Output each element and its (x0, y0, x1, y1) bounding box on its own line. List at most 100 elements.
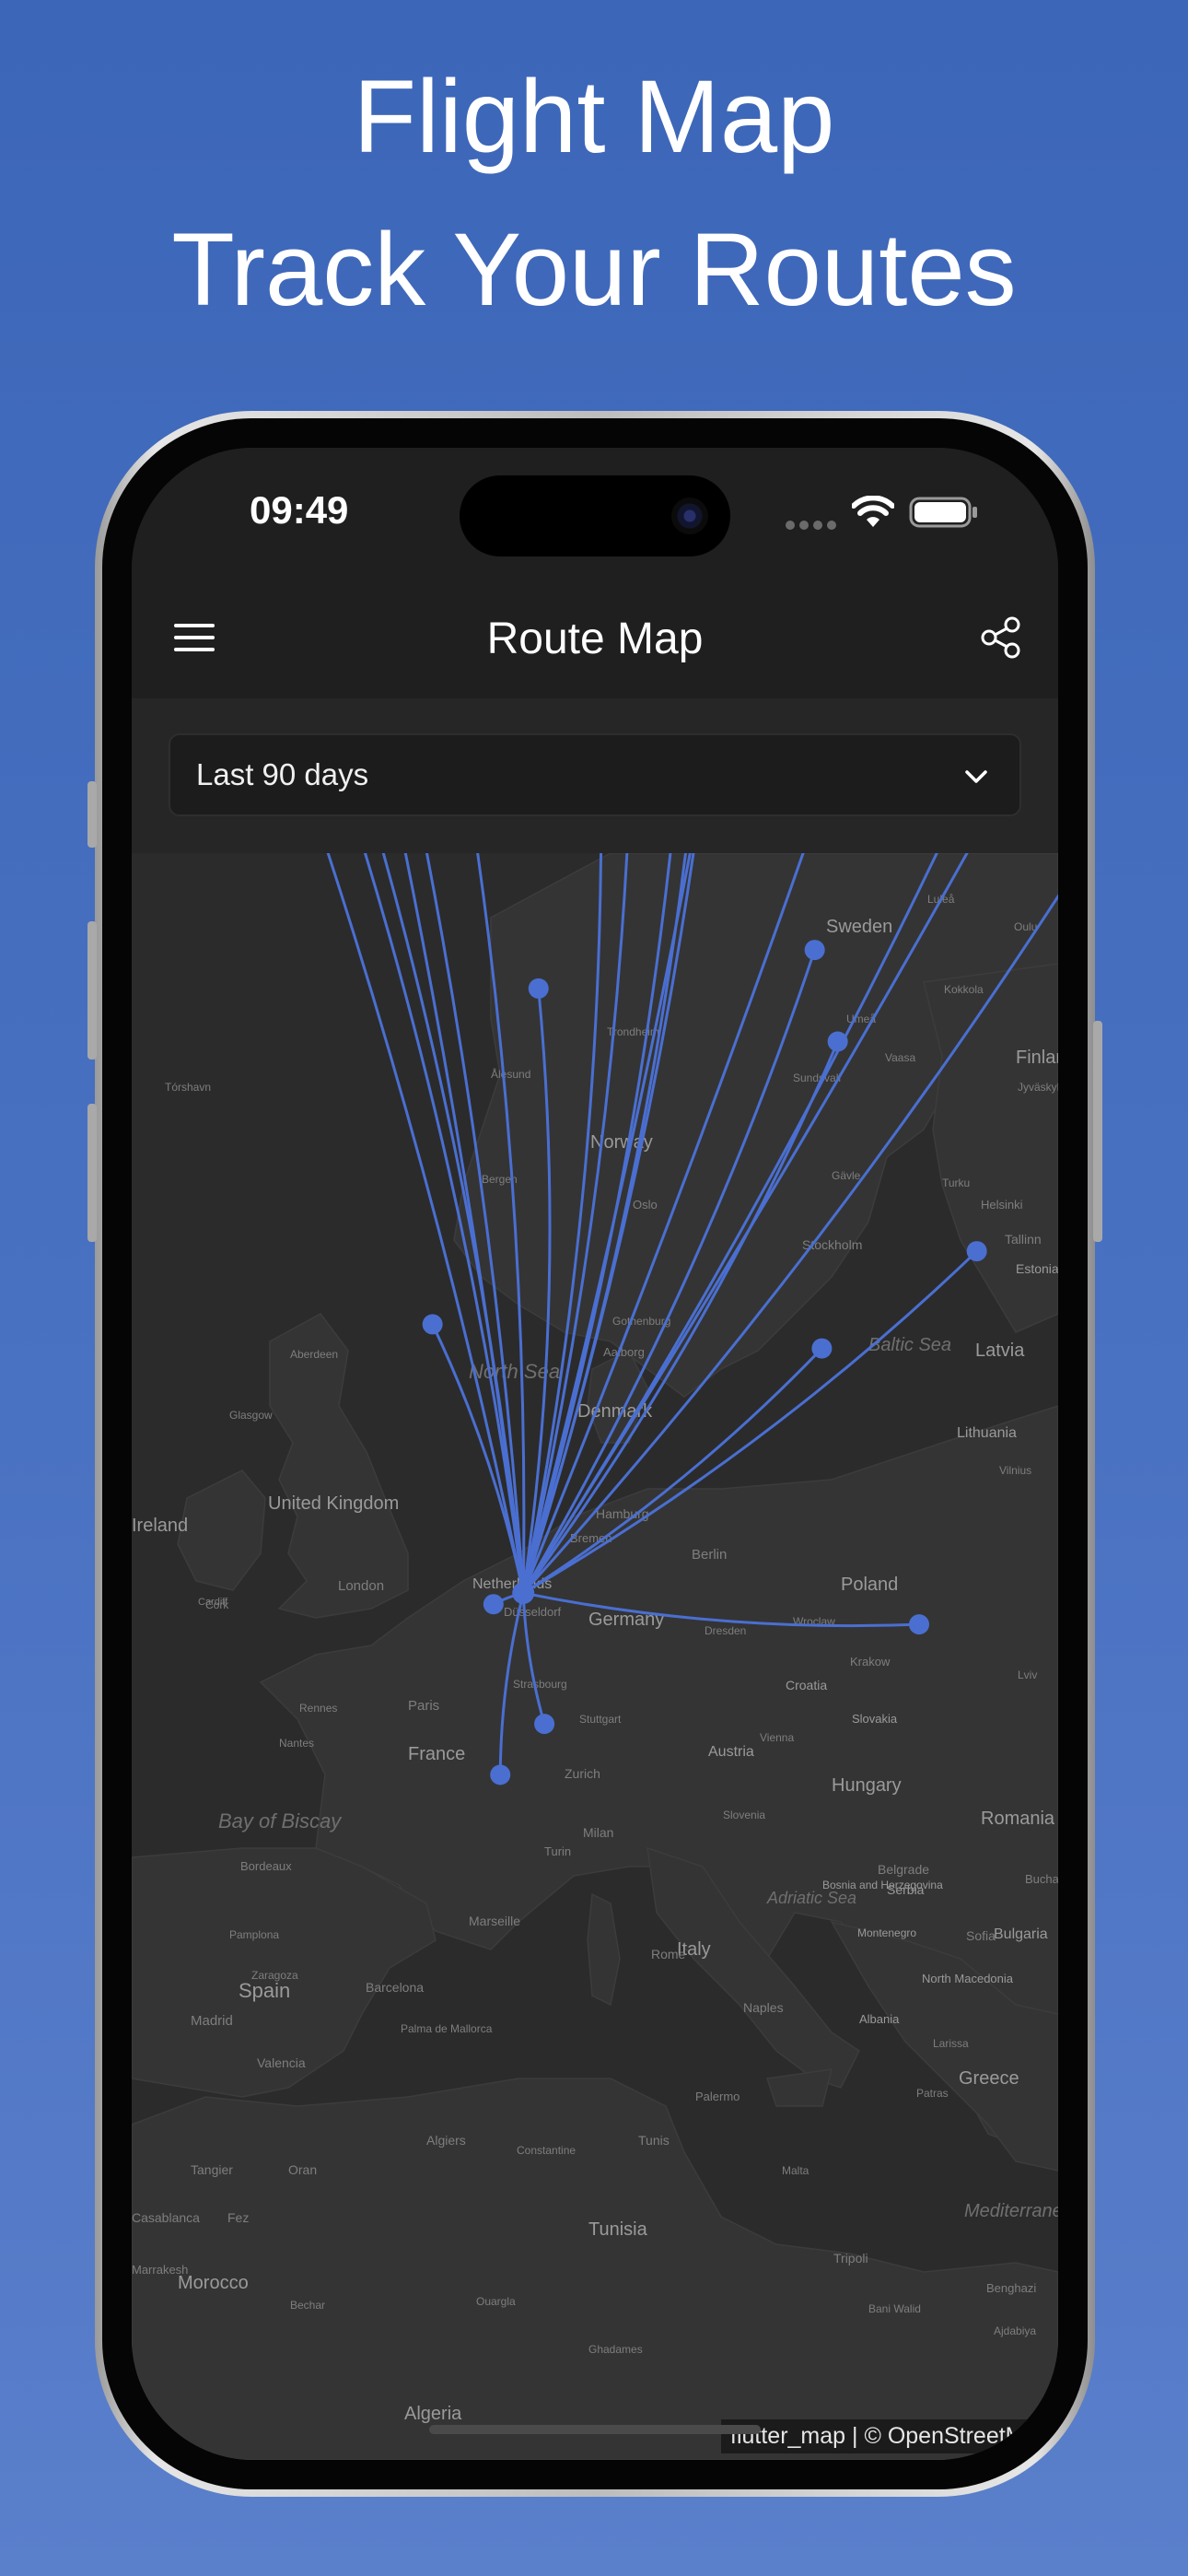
home-indicator (429, 2425, 761, 2434)
country-label-bulgaria: Bulgaria (994, 1926, 1048, 1942)
country-label-tunisia: Tunisia (588, 2219, 648, 2240)
city-label-palermo: Palermo (695, 2090, 740, 2103)
city-label-oran: Oran (288, 2162, 317, 2177)
page-title: Route Map (486, 615, 704, 663)
airport-marker-ibiza[interactable] (490, 1764, 511, 1786)
city-label-bordeaux: Bordeaux (240, 1859, 292, 1873)
airport-marker-munich[interactable] (827, 1031, 848, 1052)
country-label-lithuania: Lithuania (957, 1425, 1017, 1441)
airport-marker-nuremberg[interactable] (804, 940, 825, 961)
date-range-value: Last 90 days (196, 757, 369, 791)
city-label-turin: Turin (544, 1844, 571, 1858)
city-label-marrakesh: Marrakesh (132, 2263, 188, 2277)
airport-marker-naples[interactable] (909, 1614, 930, 1635)
country-label-morocco: Morocco (178, 2273, 249, 2293)
city-label-casablanca: Casablanca (132, 2210, 200, 2225)
city-label-benghazi: Benghazi (986, 2281, 1036, 2295)
city-label-ouargla: Ouargla (476, 2295, 516, 2308)
city-label-tangier: Tangier (191, 2162, 233, 2177)
volume-down-button (87, 1104, 97, 1242)
country-label-slovakia: Slovakia (852, 1712, 898, 1726)
airport-marker-paris[interactable] (528, 978, 549, 999)
city-label-slovenia: Slovenia (723, 1809, 765, 1821)
city-label-tunis: Tunis (638, 2133, 670, 2148)
country-label-greece: Greece (959, 2068, 1019, 2089)
city-label-fez: Fez (227, 2210, 249, 2225)
city-label-krakow: Krakow (850, 1655, 891, 1669)
country-label-croatia: Croatia (786, 1678, 827, 1692)
city-label-vaasa: Vaasa (885, 1051, 915, 1064)
city-label-constantine: Constantine (517, 2144, 576, 2157)
action-button (87, 781, 97, 848)
city-label-tallinn: Tallinn (1005, 1232, 1042, 1247)
share-icon[interactable] (975, 612, 1027, 663)
route-map[interactable]: Sweden Norway Denmark United Kingdom Ireland… (132, 853, 1058, 2460)
city-label-madrid: Madrid (191, 2013, 233, 2029)
city-label-g-vle: Gävle (832, 1169, 861, 1182)
city-label-barcelona: Barcelona (366, 1980, 424, 1995)
country-label-north-macedonia: North Macedonia (922, 1972, 1014, 1985)
country-label-austria: Austria (708, 1744, 754, 1760)
city-label--lesund: Ålesund (491, 1067, 530, 1081)
city-label-aberdeen: Aberdeen (290, 1348, 338, 1361)
city-label-london: London (338, 1578, 384, 1594)
city-label-glasgow: Glasgow (229, 1409, 273, 1422)
sea-label-mediterranean-sea: Mediterranean Sea (964, 2201, 1058, 2221)
city-label-tripoli: Tripoli (833, 2251, 868, 2266)
city-label-aalborg: Aalborg (603, 1345, 645, 1359)
city-label-bechar: Bechar (290, 2299, 325, 2312)
headline-title: Flight Map (353, 59, 835, 174)
city-label-sundsvall: Sundsvall (793, 1071, 841, 1084)
city-label-bani-walid: Bani Walid (868, 2302, 921, 2315)
city-label-naples: Naples (743, 2000, 784, 2015)
status-bar: 09:49 (132, 448, 1058, 577)
city-label-nantes: Nantes (279, 1737, 314, 1750)
sea-label-adriatic-sea: Adriatic Sea (766, 1889, 856, 1907)
power-button (1093, 1021, 1102, 1242)
city-label-marseille: Marseille (469, 1914, 520, 1928)
app-bar: Route Map (132, 577, 1058, 698)
city-label-larissa: Larissa (933, 2037, 969, 2050)
city-label-sofia: Sofia (966, 1928, 996, 1943)
city-label-vilnius: Vilnius (999, 1464, 1031, 1477)
country-label-france: France (408, 1744, 465, 1764)
city-label-strasbourg: Strasbourg (513, 1678, 567, 1691)
sea-label-bay-of-biscay: Bay of Biscay (218, 1809, 343, 1832)
city-label-ghadames: Ghadames (588, 2343, 643, 2356)
front-camera-icon (671, 498, 708, 534)
country-label-hungary: Hungary (832, 1775, 902, 1796)
city-label-vienna: Vienna (760, 1731, 794, 1744)
city-label-lviv: Lviv (1018, 1669, 1037, 1681)
city-label-jyv-skyl-: Jyväskylä (1018, 1081, 1058, 1094)
airport-marker-reus[interactable] (483, 1594, 504, 1615)
country-label-sweden: Sweden (826, 917, 892, 937)
map-canvas[interactable]: SwedenNorwayDenmarkUnited KingdomIreland… (132, 853, 1058, 2460)
airport-marker-palma-de-mallorca[interactable] (534, 1714, 555, 1735)
country-label-finland: Finland (1016, 1048, 1058, 1068)
city-label-turku: Turku (942, 1177, 970, 1189)
volume-up-button (87, 921, 97, 1060)
city-label-zurich: Zurich (565, 1766, 600, 1781)
country-label-ireland: Ireland (132, 1516, 188, 1536)
date-range-dropdown[interactable]: Last 90 days (169, 733, 1021, 816)
city-label-oslo: Oslo (633, 1198, 658, 1212)
city-label-stuttgart: Stuttgart (579, 1713, 622, 1726)
battery-icon (909, 497, 977, 528)
city-label-berlin: Berlin (692, 1547, 727, 1563)
airport-marker-bordeaux[interactable] (422, 1314, 443, 1335)
city-label-gothenburg: Gothenburg (612, 1315, 670, 1328)
city-label-algiers: Algiers (426, 2133, 466, 2148)
city-label-ajdabiya: Ajdabiya (994, 2324, 1036, 2337)
airport-marker-zagreb[interactable] (966, 1241, 987, 1262)
country-label-latvia: Latvia (975, 1341, 1025, 1361)
airport-marker-bologna[interactable] (811, 1338, 833, 1359)
city-label-paris: Paris (408, 1698, 439, 1714)
city-label-kokkola: Kokkola (944, 983, 984, 996)
map-attribution[interactable]: flutter_map | © OpenStreetMap (721, 2419, 1058, 2453)
headline-subtitle: Track Your Routes (171, 212, 1017, 327)
city-label-rennes: Rennes (299, 1702, 337, 1715)
city-label-milan: Milan (583, 1825, 613, 1840)
phone-screen: 09:49 Route Map Last 90 days Sweden Norw… (132, 448, 1058, 2460)
country-label-poland: Poland (841, 1575, 898, 1595)
airport-marker-hub[interactable] (512, 1582, 535, 1605)
